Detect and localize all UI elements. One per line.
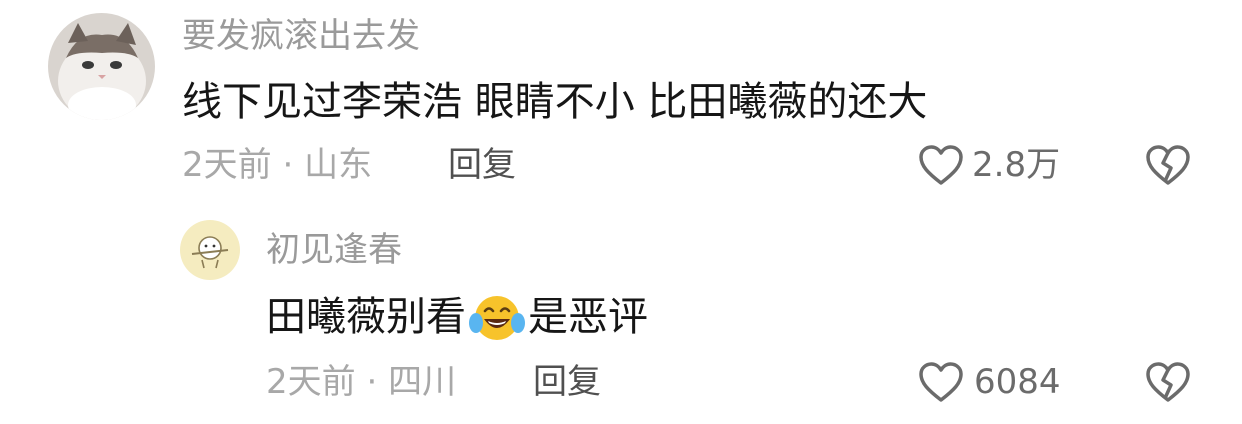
reply-username[interactable]: 初见逢春 bbox=[266, 228, 402, 272]
broken-heart-icon bbox=[1146, 362, 1190, 402]
reply-text-after: 是恶评 bbox=[528, 294, 648, 340]
heart-icon bbox=[919, 362, 963, 402]
reply-time: 2天前 bbox=[266, 362, 356, 402]
like-count: 2.8万 bbox=[972, 145, 1061, 185]
comment-username[interactable]: 要发疯滚出去发 bbox=[182, 14, 420, 58]
reply-location: 四川 bbox=[388, 362, 457, 402]
comment-location: 山东 bbox=[304, 145, 373, 185]
reply-meta: 2天前 · 四川 bbox=[266, 360, 456, 404]
reply-like-button[interactable] bbox=[918, 360, 964, 404]
reply-user-avatar[interactable] bbox=[180, 220, 240, 280]
user-avatar[interactable] bbox=[48, 13, 155, 120]
reply-like-count: 6084 bbox=[974, 362, 1061, 402]
laughing-tears-emoji-icon bbox=[468, 291, 526, 343]
reply-button[interactable]: 回复 bbox=[448, 143, 516, 187]
comment-time: 2天前 bbox=[182, 145, 272, 185]
meta-separator: · bbox=[282, 145, 294, 185]
reply-reply-button[interactable]: 回复 bbox=[533, 360, 601, 404]
comment-text: 线下见过李荣浩 眼睛不小 比田曦薇的还大 bbox=[182, 79, 928, 125]
reply-text-before: 田曦薇别看 bbox=[266, 294, 466, 340]
reply-text: 田曦薇别看 是恶评 bbox=[266, 291, 648, 343]
comment-meta: 2天前 · 山东 bbox=[182, 143, 372, 187]
reply-dislike-button[interactable] bbox=[1145, 360, 1191, 404]
broken-heart-icon bbox=[1146, 145, 1190, 185]
meta-separator: · bbox=[366, 362, 378, 402]
dislike-button[interactable] bbox=[1145, 143, 1191, 187]
doodle-avatar-icon bbox=[180, 220, 240, 280]
heart-icon bbox=[919, 145, 963, 185]
like-button[interactable] bbox=[918, 143, 964, 187]
cat-avatar-icon bbox=[48, 13, 155, 120]
